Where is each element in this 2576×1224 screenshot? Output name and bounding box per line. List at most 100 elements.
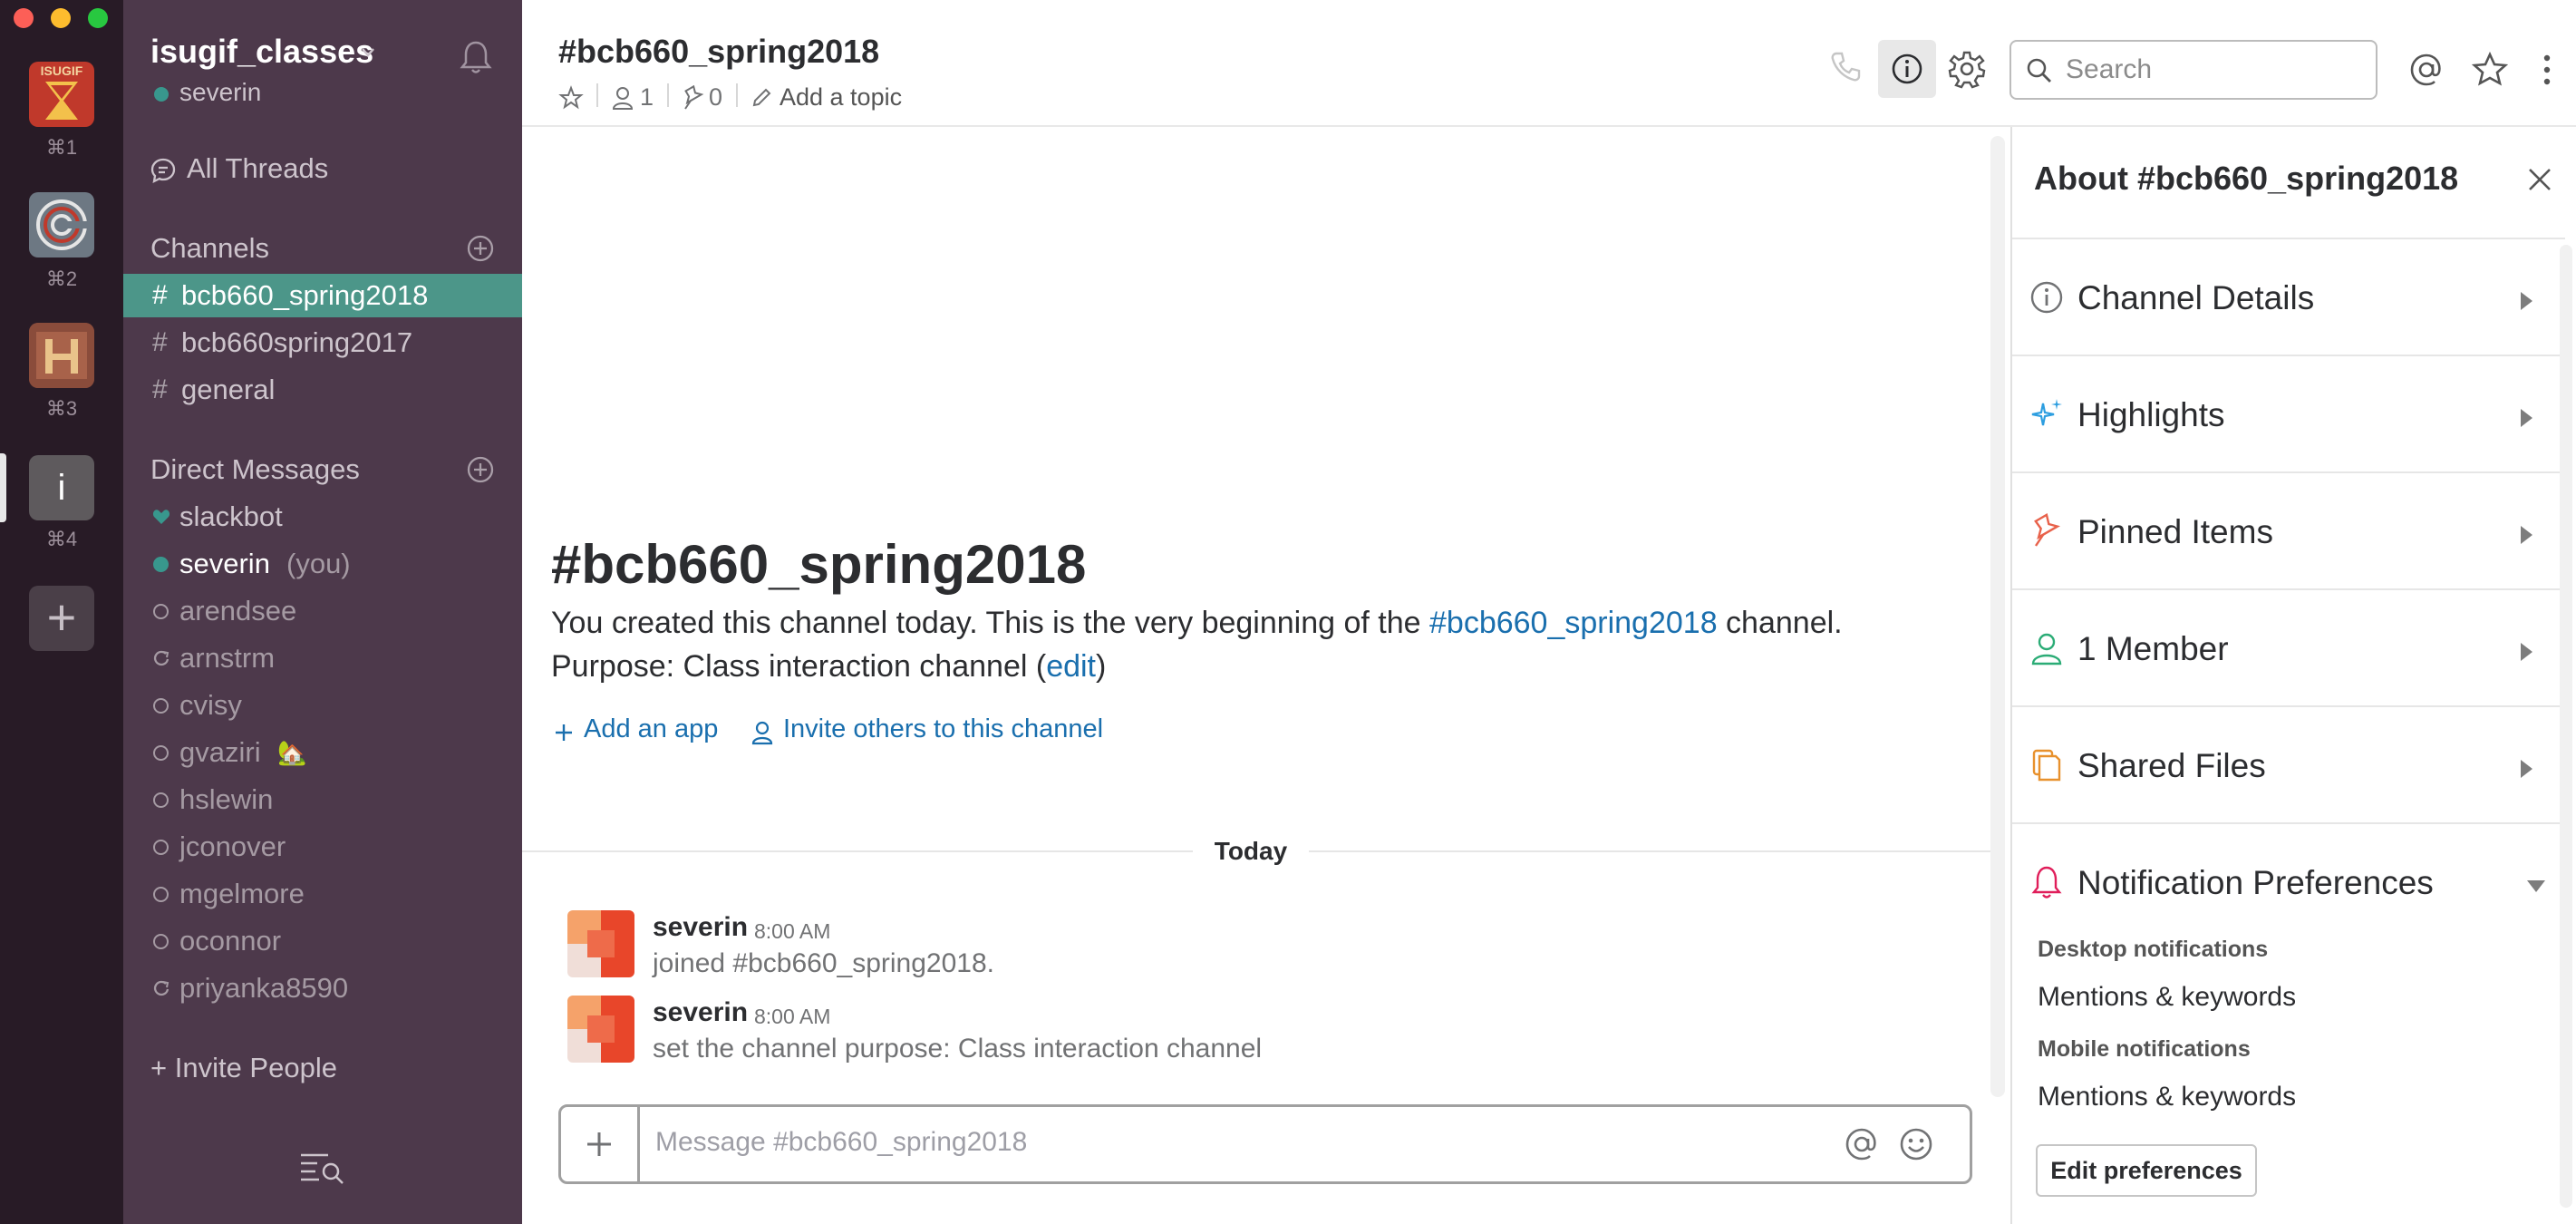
pinned-items-section[interactable]: Pinned Items bbox=[2012, 473, 2565, 590]
starred-items-icon[interactable] bbox=[2471, 51, 2509, 89]
message-author[interactable]: severin bbox=[653, 912, 748, 943]
composer-add-button[interactable] bbox=[561, 1107, 640, 1181]
message-scrollbar[interactable] bbox=[1990, 136, 2005, 1097]
expand-arrow-icon bbox=[2521, 643, 2532, 661]
add-workspace-button[interactable]: + bbox=[29, 586, 94, 651]
dm-item-slackbot[interactable]: slackbot bbox=[123, 495, 522, 539]
pencil-icon[interactable] bbox=[751, 87, 772, 109]
close-window-button[interactable] bbox=[14, 8, 34, 28]
intro-text-suffix: channel. bbox=[1717, 606, 1843, 640]
pin-icon[interactable] bbox=[682, 85, 705, 111]
search-input[interactable]: Search bbox=[2066, 54, 2152, 85]
dm-name: oconnor bbox=[179, 925, 282, 957]
workspace-isugif[interactable]: ISUGIF bbox=[29, 62, 94, 127]
dm-name: arendsee bbox=[179, 595, 297, 627]
members-section[interactable]: 1 Member bbox=[2012, 590, 2565, 707]
member-icon[interactable] bbox=[611, 85, 634, 111]
dm-item-priyanka8590[interactable]: priyanka8590 bbox=[123, 967, 522, 1010]
message-timestamp[interactable]: 8:00 AM bbox=[754, 919, 830, 944]
close-icon[interactable] bbox=[2525, 165, 2554, 194]
channel-details-section[interactable]: Channel Details bbox=[2012, 239, 2565, 356]
dm-item-severin[interactable]: severin (you) bbox=[123, 542, 522, 586]
more-options-icon[interactable] bbox=[2538, 51, 2556, 89]
mentions-icon[interactable] bbox=[2407, 51, 2445, 89]
message-author[interactable]: severin bbox=[653, 997, 748, 1028]
add-topic-link[interactable]: Add a topic bbox=[780, 83, 902, 112]
channel-item-bcb660spring2017[interactable]: # bcb660spring2017 bbox=[123, 321, 522, 364]
channels-header[interactable]: Channels bbox=[150, 232, 269, 265]
emoji-icon[interactable] bbox=[1897, 1125, 1935, 1163]
channel-item-general[interactable]: # general bbox=[123, 368, 522, 412]
workspace-isugif-classes[interactable]: i bbox=[29, 455, 94, 520]
away-status-dot bbox=[153, 887, 169, 902]
highlights-section[interactable]: Highlights bbox=[2012, 356, 2565, 473]
channel-link[interactable]: #bcb660_spring2018 bbox=[1429, 606, 1718, 640]
section-label: Shared Files bbox=[2077, 747, 2266, 784]
phone-icon[interactable] bbox=[1827, 49, 1864, 85]
current-user-name[interactable]: severin bbox=[179, 78, 261, 107]
dm-item-arnstrm[interactable]: arnstrm bbox=[123, 636, 522, 680]
dm-item-cvisy[interactable]: cvisy bbox=[123, 684, 522, 727]
minimize-window-button[interactable] bbox=[51, 8, 71, 28]
invite-people-link[interactable]: + Invite People bbox=[150, 1052, 337, 1084]
gear-icon[interactable] bbox=[1947, 49, 1987, 89]
message-input[interactable]: Message #bcb660_spring2018 bbox=[655, 1127, 1027, 1158]
search-box[interactable]: Search bbox=[2009, 40, 2377, 100]
workspace-2[interactable] bbox=[29, 192, 94, 257]
maximize-window-button[interactable] bbox=[88, 8, 108, 28]
dm-item-hslewin[interactable]: hslewin bbox=[123, 778, 522, 821]
team-name[interactable]: isugif_classes bbox=[150, 33, 373, 71]
mobile-notifications-label: Mobile notifications bbox=[2038, 1036, 2251, 1062]
edit-preferences-button[interactable]: Edit preferences bbox=[2036, 1144, 2257, 1197]
channel-item-bcb660-spring2018[interactable]: # bcb660_spring2018 bbox=[123, 274, 522, 317]
quick-switcher-icon[interactable] bbox=[299, 1150, 346, 1186]
dm-name: cvisy bbox=[179, 689, 242, 721]
panel-title: About #bcb660_spring2018 bbox=[2034, 160, 2459, 197]
add-dm-icon[interactable] bbox=[466, 455, 495, 484]
panel-scrollbar[interactable] bbox=[2560, 245, 2572, 1208]
star-icon[interactable] bbox=[558, 85, 584, 111]
shared-user-icon bbox=[154, 980, 169, 996]
bell-icon[interactable] bbox=[457, 38, 495, 76]
dm-name: arnstrm bbox=[179, 642, 276, 674]
dm-item-jconover[interactable]: jconover bbox=[123, 825, 522, 869]
channel-purpose: Purpose: Class interaction channel (edit… bbox=[551, 649, 1106, 685]
channel-name: bcb660_spring2018 bbox=[181, 279, 429, 311]
hourglass-icon bbox=[45, 82, 78, 120]
pinned-count[interactable]: 0 bbox=[709, 83, 722, 112]
add-channel-icon[interactable] bbox=[466, 234, 495, 263]
message-timestamp[interactable]: 8:00 AM bbox=[754, 1005, 830, 1029]
workspace-4-shortcut: ⌘4 bbox=[45, 528, 78, 550]
message-text: set the channel purpose: Class interacti… bbox=[653, 1034, 1263, 1064]
mention-icon[interactable] bbox=[1843, 1125, 1881, 1163]
channel-details-panel: About #bcb660_spring2018 Channel Details… bbox=[2010, 127, 2576, 1224]
hash-icon: # bbox=[152, 374, 168, 404]
all-threads-link[interactable]: All Threads bbox=[187, 152, 328, 185]
message-pane: #bcb660_spring2018 You created this chan… bbox=[522, 127, 2010, 1224]
expand-arrow-icon bbox=[2521, 526, 2532, 544]
avatar[interactable] bbox=[567, 910, 634, 977]
member-count[interactable]: 1 bbox=[640, 83, 654, 112]
section-label: Highlights bbox=[2077, 396, 2225, 433]
desktop-notifications-label: Desktop notifications bbox=[2038, 937, 2269, 962]
dm-item-oconnor[interactable]: oconnor bbox=[123, 919, 522, 963]
hash-icon: # bbox=[152, 280, 168, 310]
dm-name: mgelmore bbox=[179, 878, 305, 909]
channel-info-button[interactable] bbox=[1878, 40, 1936, 98]
workspace-3[interactable] bbox=[29, 323, 94, 388]
edit-purpose-link[interactable]: edit bbox=[1046, 649, 1096, 684]
expand-arrow-icon bbox=[2521, 409, 2532, 427]
purpose-text: Purpose: Class interaction channel ( bbox=[551, 649, 1047, 684]
person-icon bbox=[2031, 633, 2062, 665]
chevron-down-icon[interactable] bbox=[361, 47, 375, 58]
dm-item-mgelmore[interactable]: mgelmore bbox=[123, 872, 522, 916]
shared-files-section[interactable]: Shared Files bbox=[2012, 707, 2565, 824]
direct-messages-header[interactable]: Direct Messages bbox=[150, 453, 360, 486]
notification-preferences-header[interactable]: Notification Preferences bbox=[2012, 824, 2565, 924]
plus-icon: + bbox=[46, 588, 77, 646]
avatar[interactable] bbox=[567, 996, 634, 1063]
dm-name: severin bbox=[179, 548, 270, 579]
channel-title[interactable]: #bcb660_spring2018 bbox=[558, 33, 879, 71]
dm-item-gvaziri[interactable]: gvaziri 🏡 bbox=[123, 731, 522, 774]
dm-item-arendsee[interactable]: arendsee bbox=[123, 589, 522, 633]
